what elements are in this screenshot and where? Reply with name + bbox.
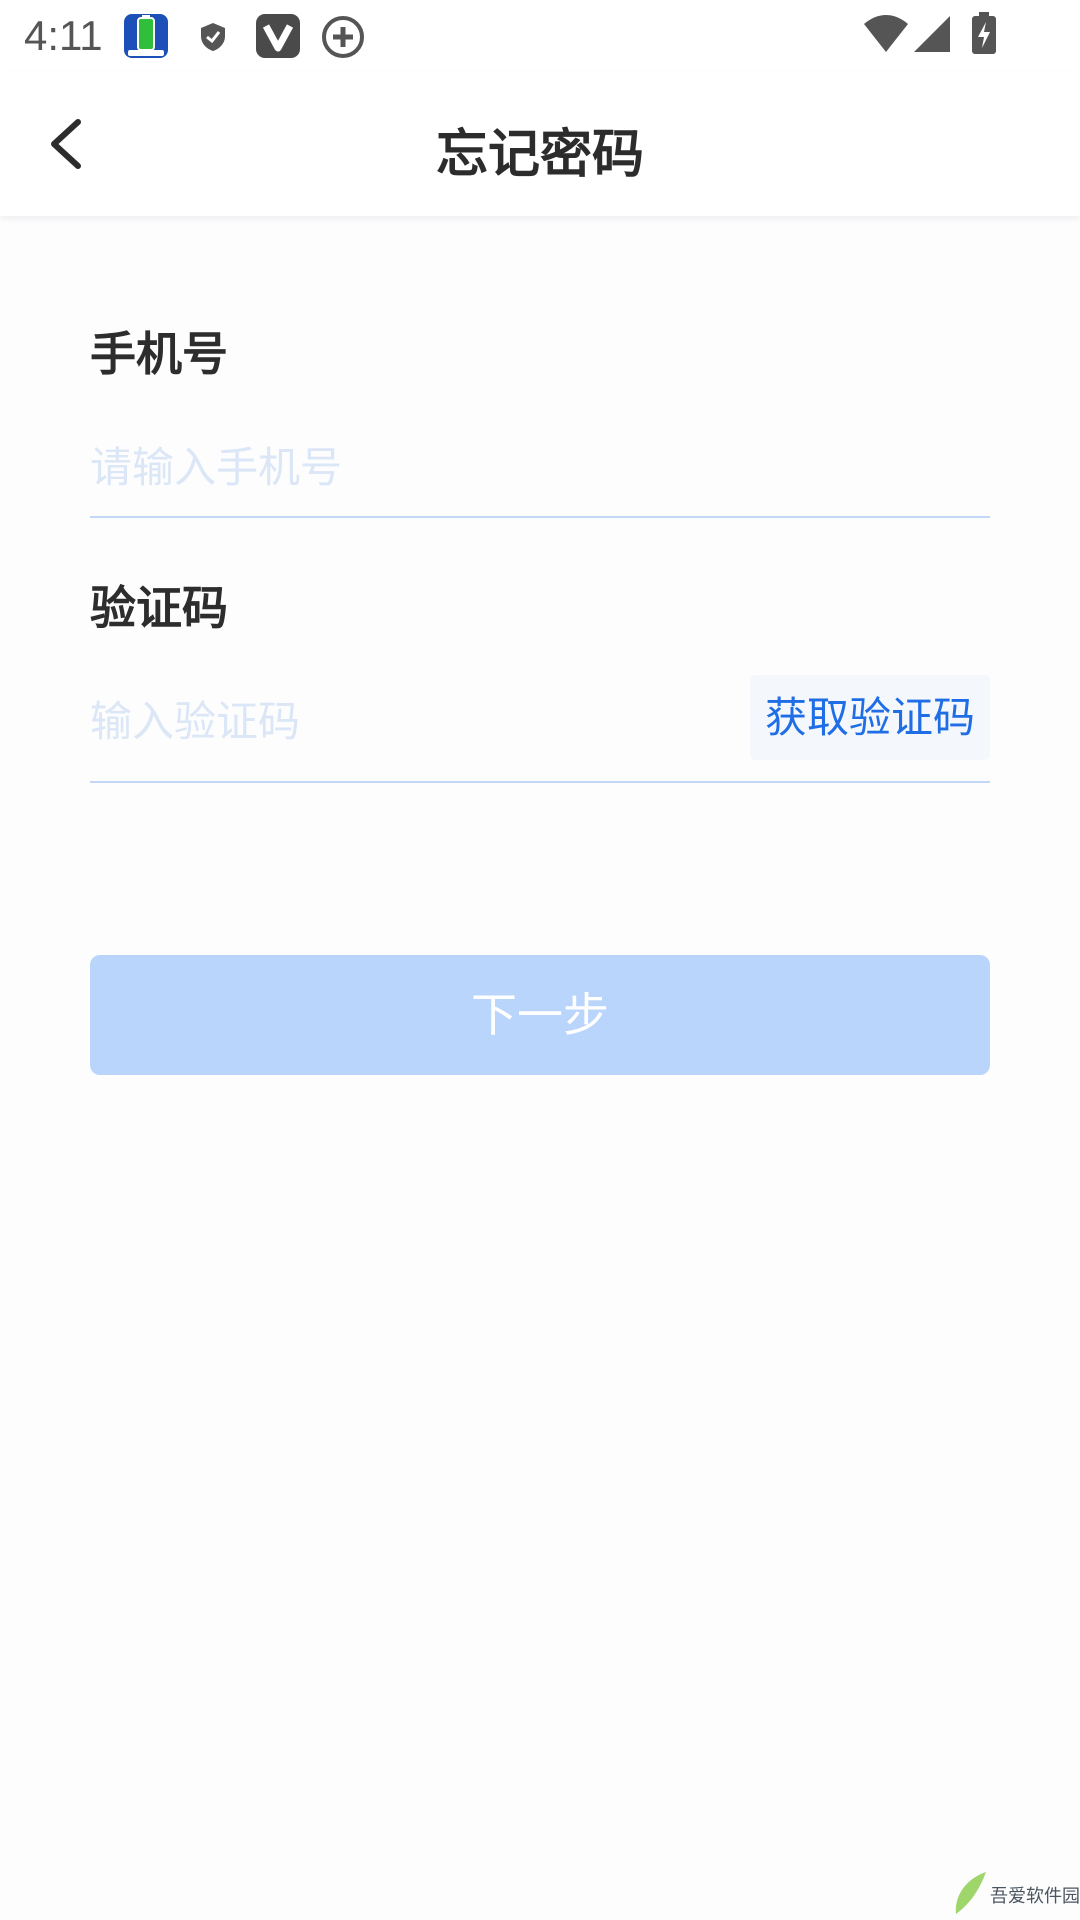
phone-input[interactable] bbox=[90, 432, 990, 502]
add-circle-icon bbox=[322, 16, 364, 58]
code-label: 验证码 bbox=[90, 581, 228, 635]
phone-underline bbox=[90, 516, 990, 518]
get-code-button[interactable]: 获取验证码 bbox=[750, 675, 990, 760]
shield-icon bbox=[201, 23, 225, 51]
status-bar: 4:11 bbox=[0, 0, 1080, 72]
watermark-logo-icon bbox=[955, 1872, 986, 1914]
watermark-text: 吾爱软件园 bbox=[990, 1886, 1080, 1907]
header: 忘记密码 bbox=[0, 72, 1080, 216]
battery-app-icon bbox=[124, 14, 168, 58]
watermark: 吾爱软件园 bbox=[950, 1860, 1080, 1920]
phone-label: 手机号 bbox=[90, 327, 228, 381]
battery-charging-icon bbox=[972, 12, 996, 54]
code-underline bbox=[90, 781, 990, 783]
page-title: 忘记密码 bbox=[435, 125, 644, 185]
next-button[interactable]: 下一步 bbox=[90, 955, 990, 1075]
status-time: 4:11 bbox=[24, 12, 103, 59]
code-input[interactable] bbox=[90, 686, 730, 756]
cellular-icon bbox=[914, 16, 950, 52]
wifi-icon bbox=[864, 15, 908, 52]
v-app-icon bbox=[256, 14, 300, 58]
